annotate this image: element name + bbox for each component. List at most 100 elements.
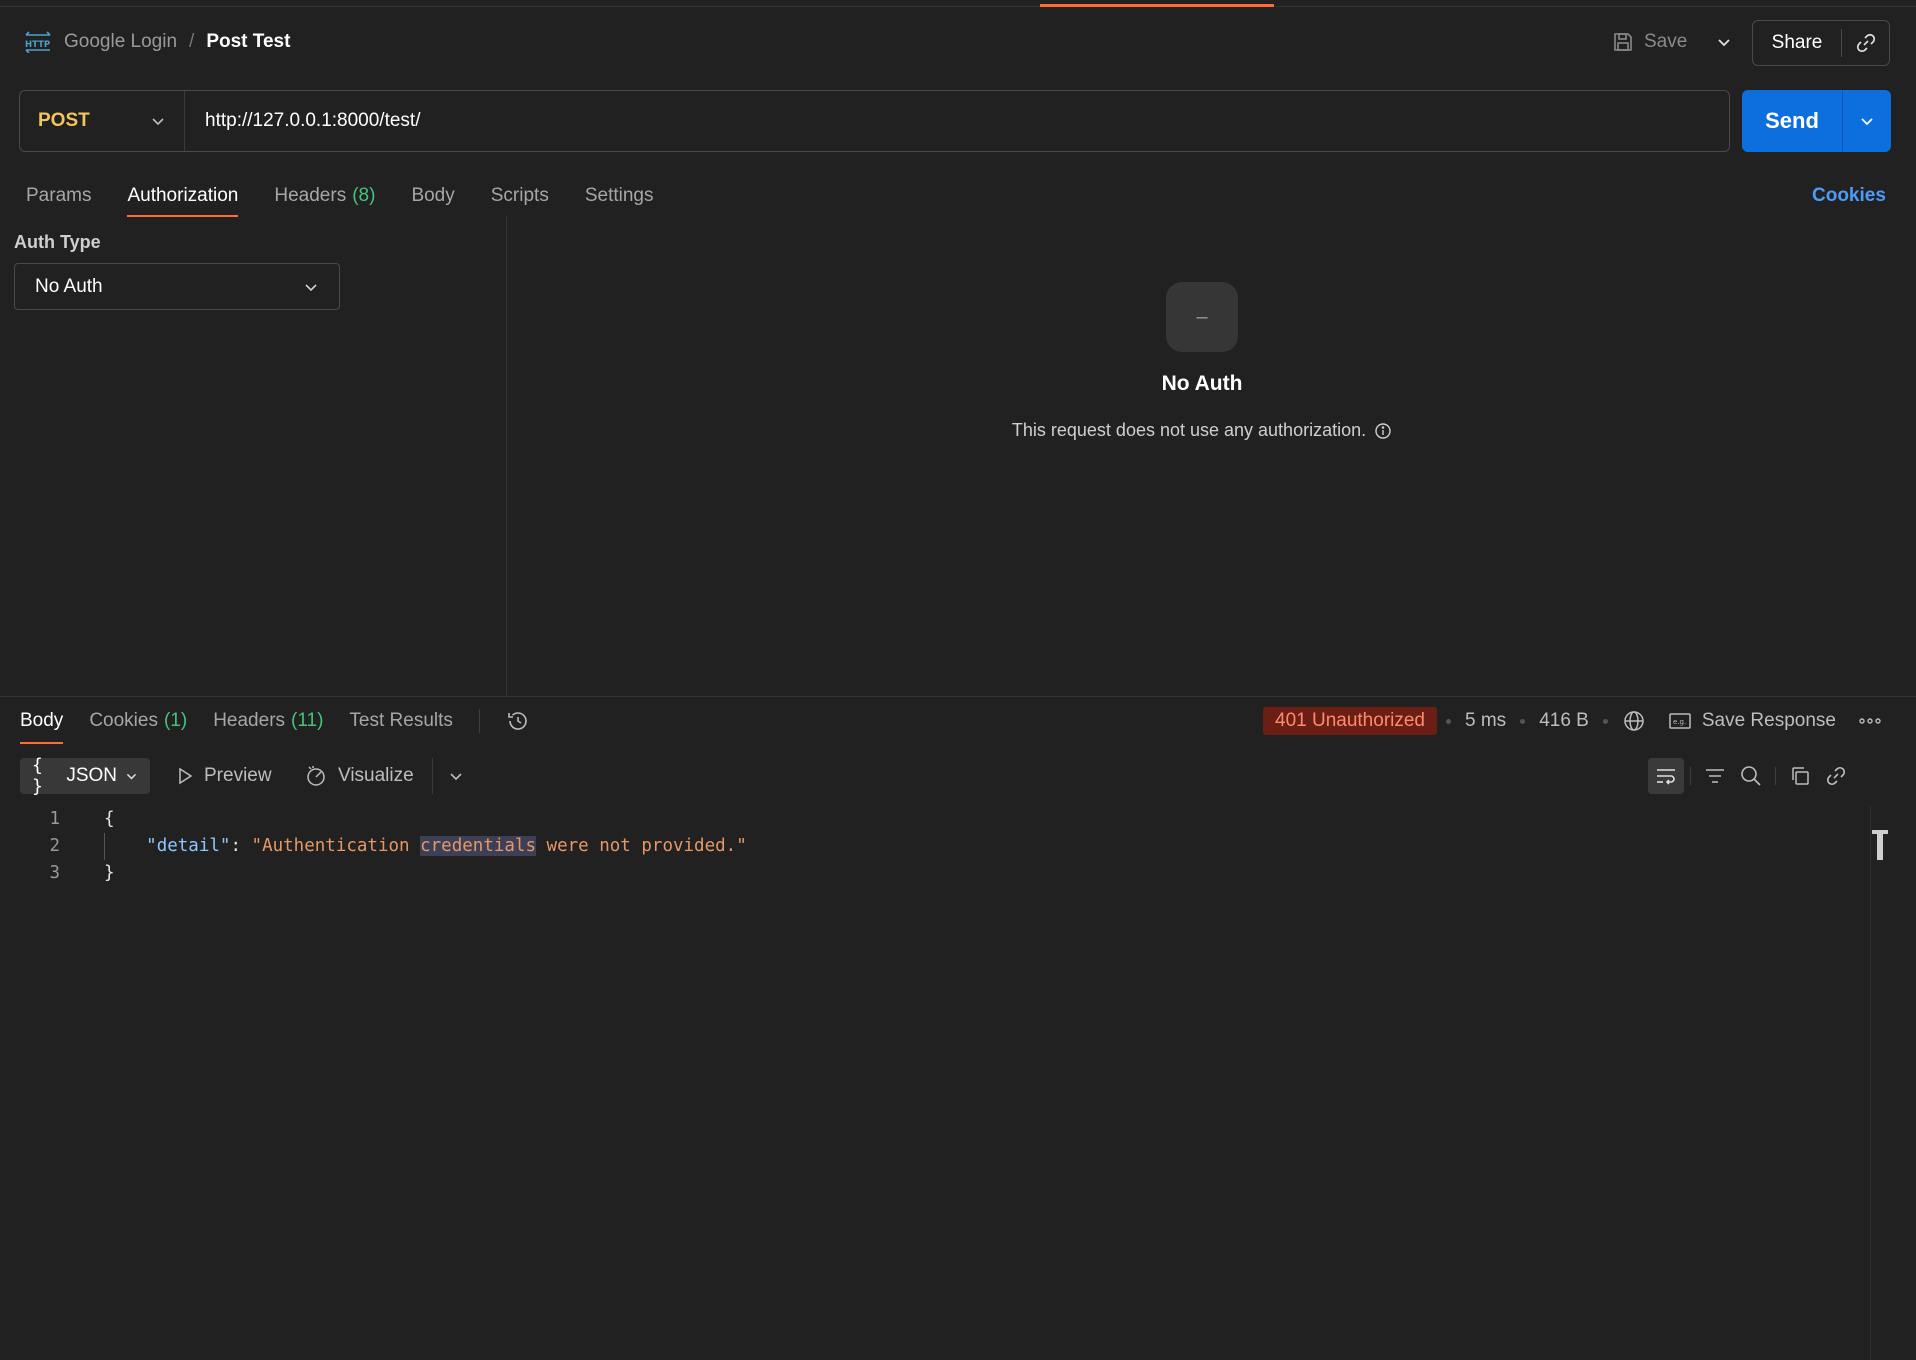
code-line: 1 { (0, 806, 1868, 833)
url-bar: POST http://127.0.0.1:8000/test/ (19, 90, 1730, 152)
response-size[interactable]: 416 B (1539, 710, 1589, 732)
send-options-button[interactable] (1843, 113, 1891, 129)
tab-authorization[interactable]: Authorization (127, 178, 239, 217)
editor-scrollbar-track[interactable] (1870, 806, 1871, 1360)
request-title[interactable]: Post Test (206, 31, 290, 53)
json-value-part: "Authentication (251, 836, 421, 856)
tab-label: Test Results (349, 710, 453, 731)
url-input[interactable]: http://127.0.0.1:8000/test/ (185, 110, 421, 132)
cookies-link[interactable]: Cookies (1812, 178, 1886, 214)
copy-icon (1792, 767, 1809, 785)
svg-text:HTTP: HTTP (25, 40, 50, 50)
network-info-button[interactable] (1622, 709, 1646, 733)
response-meta: 5 ms 416 B e.g. Save Response (1446, 706, 1882, 736)
tab-scripts[interactable]: Scripts (491, 178, 549, 214)
save-response-label: Save Response (1701, 710, 1836, 731)
tab-label: Body (20, 710, 64, 731)
copy-link-button[interactable] (1842, 32, 1889, 54)
send-button[interactable]: Send (1742, 108, 1842, 134)
preview-button[interactable]: Preview (176, 758, 272, 794)
request-tabs: Params Authorization Headers (8) Body Scr… (26, 178, 654, 217)
response-time[interactable]: 5 ms (1465, 710, 1506, 732)
divider (1690, 767, 1691, 785)
divider (478, 709, 480, 733)
top-tab-strip (0, 6, 1916, 7)
tab-body[interactable]: Body (411, 178, 454, 214)
format-label: JSON (66, 765, 118, 786)
save-options-button[interactable] (1708, 26, 1740, 58)
response-tools (1648, 758, 1854, 794)
no-auth-description-text: This request does not use any authorizat… (1011, 420, 1367, 440)
tab-label: Cookies (89, 710, 158, 731)
search-button[interactable] (1733, 758, 1769, 794)
send-group: Send (1742, 90, 1891, 152)
tab-label: Authorization (127, 185, 239, 206)
preview-label: Preview (204, 765, 272, 786)
response-tab-cookies[interactable]: Cookies (1) (89, 702, 187, 740)
visualize-options-button[interactable] (432, 758, 468, 794)
response-body-editor[interactable]: 1 { 2 "detail": "Authentication credenti… (0, 806, 1868, 887)
filter-button[interactable] (1697, 758, 1733, 794)
method-select[interactable]: POST (20, 91, 185, 151)
tab-count: (11) (291, 710, 324, 731)
response-tabs: Body Cookies (1) Headers (11) Test Results (20, 702, 530, 744)
wrap-lines-icon (1657, 769, 1675, 785)
chevron-down-icon (152, 118, 164, 126)
save-response-icon: e.g. (1669, 713, 1691, 729)
json-key: "detail" (146, 836, 231, 856)
tab-settings[interactable]: Settings (585, 178, 654, 214)
tab-count: (1) (163, 710, 188, 731)
divider (1775, 767, 1776, 785)
play-icon (179, 767, 193, 785)
no-auth-title: No Auth (1161, 372, 1243, 395)
response-tab-test-results[interactable]: Test Results (349, 702, 452, 740)
tab-label: Scripts (490, 185, 549, 206)
more-horizontal-icon (1859, 718, 1881, 724)
save-label: Save (1644, 31, 1688, 52)
visualize-icon (307, 766, 325, 786)
method-label: POST (38, 110, 90, 131)
save-icon (1612, 31, 1634, 53)
line-number: 2 (49, 836, 60, 856)
status-badge: 401 Unauthorized (1263, 707, 1437, 735)
link-icon (1856, 33, 1875, 53)
save-button[interactable]: Save (1612, 26, 1687, 58)
dot-separator (1446, 718, 1451, 724)
code-text: "detail": "Authentication credentials we… (74, 833, 747, 860)
breadcrumb: HTTP Google Login / Post Test (24, 28, 290, 56)
copy-button[interactable] (1782, 758, 1818, 794)
editor-scrollbar-thumb[interactable] (1872, 830, 1888, 860)
info-icon (1375, 422, 1391, 439)
svg-text:e.g.: e.g. (1673, 718, 1686, 726)
code-line: 3 } (0, 860, 1868, 887)
line-number: 1 (49, 809, 60, 829)
json-value-part: were not provided." (536, 836, 747, 856)
tab-label: Settings (584, 185, 654, 206)
no-auth-icon: – (1166, 282, 1238, 352)
tab-label: Headers (213, 710, 286, 731)
visualize-button[interactable]: Visualize (304, 758, 414, 794)
chevron-down-icon (449, 773, 462, 781)
chevron-down-icon (1861, 118, 1873, 126)
wrap-lines-button[interactable] (1648, 758, 1684, 794)
response-tab-body[interactable]: Body (20, 702, 64, 744)
history-button[interactable] (506, 709, 530, 733)
tab-params[interactable]: Params (26, 178, 91, 214)
globe-icon (1624, 711, 1644, 731)
code-text: } (104, 863, 115, 883)
auth-type-select[interactable]: No Auth (14, 263, 340, 310)
share-button[interactable]: Share (1753, 32, 1841, 54)
response-tab-headers[interactable]: Headers (11) (213, 702, 323, 740)
active-tab-indicator (1040, 4, 1274, 7)
tab-label: Body (411, 185, 455, 206)
copy-link-button[interactable] (1818, 758, 1854, 794)
tab-headers[interactable]: Headers (8) (274, 178, 375, 214)
panel-divider (506, 216, 507, 696)
json-colon: : (230, 836, 252, 856)
format-select[interactable]: { } JSON (20, 755, 150, 797)
share-group: Share (1752, 20, 1890, 66)
save-response-button[interactable]: e.g. Save Response (1668, 710, 1836, 732)
no-auth-description: This request does not use any authorizat… (1000, 420, 1404, 441)
breadcrumb-parent[interactable]: Google Login (64, 31, 177, 53)
more-options-button[interactable] (1858, 717, 1882, 725)
